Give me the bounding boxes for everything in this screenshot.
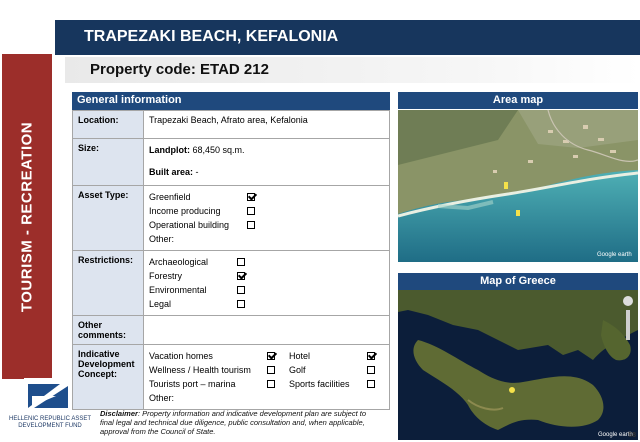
area-map-header: Area map [398,92,638,109]
asset-type-option: Greenfield [149,192,191,202]
table-row: Asset Type: Greenfield Income producing … [72,185,390,251]
restrictions-list: Archaeological Forestry Environmental Le… [143,250,390,316]
concept-option: Other: [149,393,175,403]
built-area-label: Built area: [149,167,194,177]
asset-greenfield-checkbox[interactable] [247,193,255,201]
asset-type-list: Greenfield Income producing Operational … [143,185,390,251]
disclaimer-label: Disclaimer [100,409,138,418]
general-info-table: Location: Trapezaki Beach, Afrato area, … [72,110,390,410]
satellite-map-icon: Google earth [398,290,638,440]
asset-operational-checkbox[interactable] [247,221,255,229]
asset-type-option: Other: [149,234,175,244]
disclaimer: Disclaimer: Property information and ind… [100,409,370,436]
page-title: TRAPEZAKI BEACH, KEFALONIA [84,28,339,45]
concept-marina-checkbox[interactable] [267,380,275,388]
restriction-forestry-checkbox[interactable] [237,272,245,280]
table-row: Indicative Development Concept: Vacation… [72,344,390,410]
logo-text: HELLENIC REPUBLIC ASSET DEVELOPMENT FUND [8,416,92,429]
asset-type-label: Asset Type: [72,185,144,251]
concept-hotel-checkbox[interactable] [367,352,375,360]
concept-wellness-checkbox[interactable] [267,366,275,374]
size-value: Landplot: 68,450 sq.m. Built area: - [143,138,390,186]
satellite-map-icon: Google earth [398,110,638,262]
landplot-label: Landplot: [149,145,190,155]
concept-golf-checkbox[interactable] [367,366,375,374]
concept-option: Sports facilities [289,379,350,389]
greece-map-image[interactable]: Google earth [398,290,638,440]
concept-option: Wellness / Health tourism [149,365,251,375]
concept-option: Hotel [289,351,311,361]
concept-vacation-homes-checkbox[interactable] [267,352,275,360]
hradf-logo [0,378,100,442]
table-row: Size: Landplot: 68,450 sq.m. Built area:… [72,138,390,186]
map-zoom-control[interactable] [623,296,633,356]
category-label: TOURISM - RECREATION [18,121,36,313]
general-info-header: General information [77,94,182,106]
location-label: Location: [72,110,144,139]
disclaimer-text: : Property information and indicative de… [100,409,366,436]
concept-sports-checkbox[interactable] [367,380,375,388]
table-row: Other comments: [72,315,390,345]
location-value: Trapezaki Beach, Afrato area, Kefalonia [143,110,390,139]
restriction-environmental-checkbox[interactable] [237,286,245,294]
restriction-archaeological-checkbox[interactable] [237,258,245,266]
page-number: 58 [628,432,636,439]
other-comments-label: Other comments: [72,315,144,345]
restriction-option: Forestry [149,271,183,281]
concept-option: Tourists port – marina [149,379,236,389]
zoom-slider[interactable] [626,310,630,340]
asset-type-option: Operational building [149,220,230,230]
greece-map-header: Map of Greece [398,273,638,290]
asset-type-option: Income producing [149,206,221,216]
zoom-in-icon[interactable] [623,296,633,306]
restriction-legal-checkbox[interactable] [237,300,245,308]
restrictions-label: Restrictions: [72,250,144,316]
logo-icon [24,378,72,414]
property-code: Property code: ETAD 212 [90,61,269,78]
concept-option: Golf [289,365,306,375]
table-row: Restrictions: Archaeological Forestry En… [72,250,390,316]
asset-income-checkbox[interactable] [247,207,255,215]
area-map-image[interactable]: Google earth [398,110,638,262]
concept-option: Vacation homes [149,351,213,361]
area-map-watermark: Google earth [597,252,632,258]
restriction-option: Archaeological [149,257,209,267]
built-area-value: - [195,167,199,177]
restriction-option: Environmental [149,285,207,295]
restriction-option: Legal [149,299,172,309]
concept-list: Vacation homes Wellness / Health tourism… [143,344,390,410]
landplot-value: 68,450 sq.m. [192,145,245,155]
size-label: Size: [72,138,144,186]
other-comments-value [143,315,390,345]
table-row: Location: Trapezaki Beach, Afrato area, … [72,110,390,139]
